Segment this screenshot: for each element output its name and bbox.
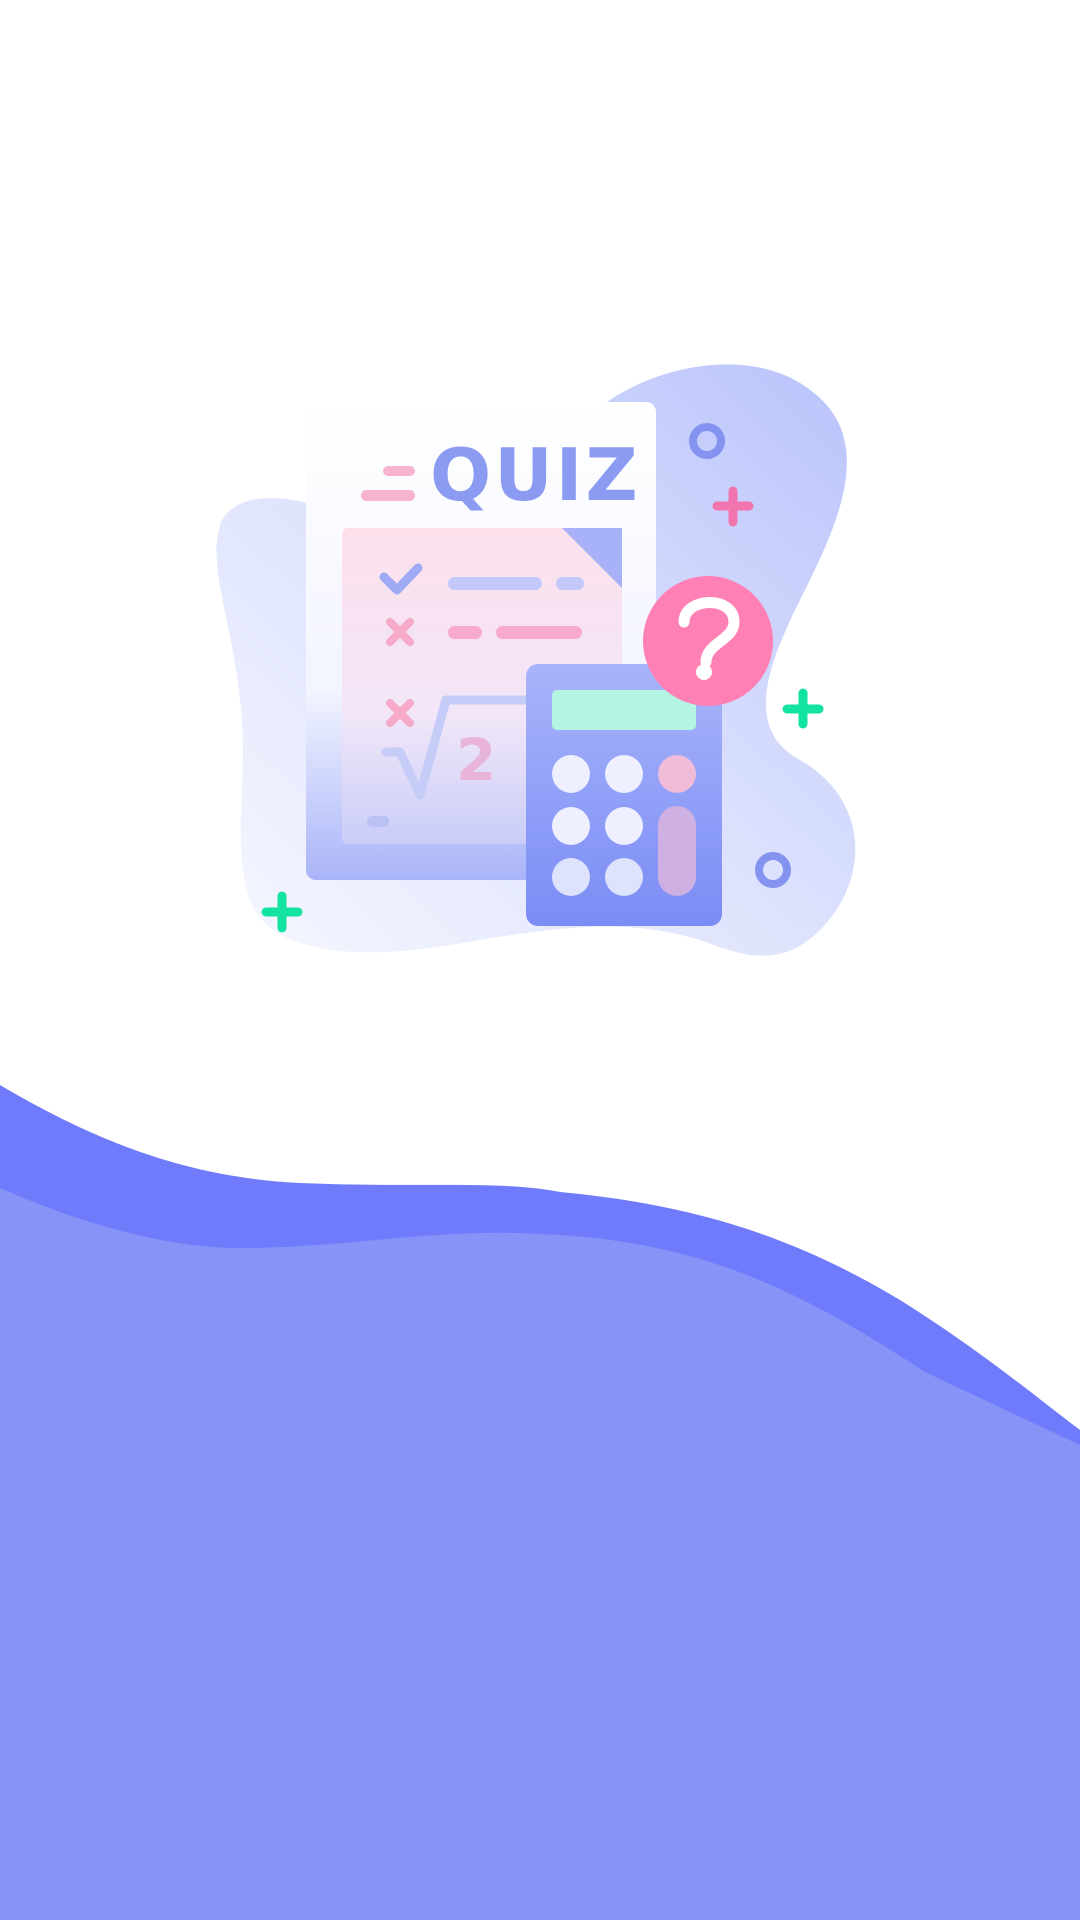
splash-screen: QUIZ 2 (0, 0, 1080, 1920)
quiz-illustration: QUIZ 2 (216, 364, 856, 956)
bottom-wave (0, 1085, 1080, 1920)
quiz-title: QUIZ (430, 433, 641, 517)
wave-front (0, 1188, 1080, 1920)
sparkle-icon (782, 688, 824, 729)
question-badge-icon (643, 576, 773, 706)
math-exponent: 2 (456, 726, 496, 794)
